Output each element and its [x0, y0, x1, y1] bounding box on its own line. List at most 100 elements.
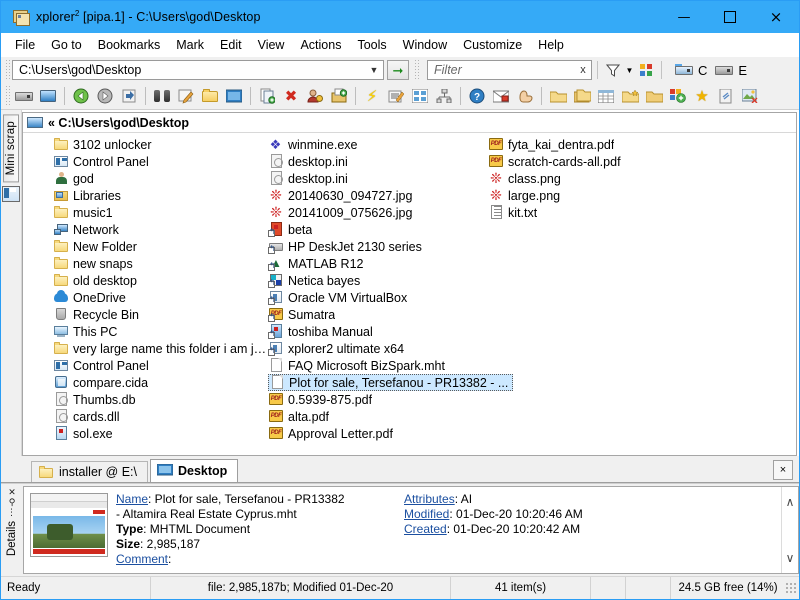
list-item[interactable]: new snaps	[53, 255, 268, 272]
tab-installer[interactable]: installer @ E:\	[31, 461, 148, 482]
drive-button-c[interactable]: C	[675, 63, 707, 78]
toolbar-grip[interactable]	[4, 60, 11, 80]
tree-view-button[interactable]	[432, 85, 456, 107]
my-computer-button[interactable]	[36, 85, 60, 107]
up-folder-button[interactable]	[117, 85, 141, 107]
favorites-button[interactable]: ★	[690, 85, 714, 107]
list-item[interactable]: Thumbs.db	[53, 391, 268, 408]
drag-handle-icon[interactable]: ⋮	[7, 507, 17, 517]
list-item[interactable]: ❊ large.png	[488, 187, 708, 204]
list-item[interactable]: old desktop	[53, 272, 268, 289]
created-link[interactable]: Created	[404, 522, 447, 536]
scrap-panel-icon[interactable]	[2, 186, 20, 203]
list-item[interactable]: PDF alta.pdf	[268, 408, 488, 425]
open-folder-button[interactable]	[546, 85, 570, 107]
copy-to-button[interactable]	[255, 85, 279, 107]
list-item[interactable]: New Folder	[53, 238, 268, 255]
menu-window[interactable]: Window	[395, 35, 455, 55]
list-item[interactable]: Libraries	[53, 187, 268, 204]
tab-desktop[interactable]: Desktop	[150, 459, 239, 482]
close-details-icon[interactable]: ✕	[8, 487, 16, 497]
list-item[interactable]: Network	[53, 221, 268, 238]
color-grid-icon[interactable]	[636, 60, 656, 80]
move-to-button[interactable]	[327, 85, 351, 107]
properties-button[interactable]	[303, 85, 327, 107]
thumbnail-view-button[interactable]	[408, 85, 432, 107]
list-item[interactable]: Recycle Bin	[53, 306, 268, 323]
back-button[interactable]	[69, 85, 93, 107]
chevron-down-icon[interactable]: ∨	[786, 551, 795, 565]
pin-details-icon[interactable]: ⚲	[9, 497, 16, 507]
address-input[interactable]: C:\Users\god\Desktop ▼	[12, 60, 384, 80]
filter-funnel-icon[interactable]	[603, 60, 623, 80]
list-item[interactable]: toshiba Manual	[268, 323, 488, 340]
folders-button[interactable]	[570, 85, 594, 107]
menu-goto[interactable]: Go to	[43, 35, 90, 55]
list-item[interactable]: Oracle VM VirtualBox	[268, 289, 488, 306]
list-item[interactable]: sol.exe	[53, 425, 268, 442]
list-item[interactable]: Plot for sale, Tersefanou - PR13382 - ..…	[268, 374, 514, 391]
menu-edit[interactable]: Edit	[212, 35, 250, 55]
list-item[interactable]: kit.txt	[488, 204, 708, 221]
find-files-button[interactable]	[150, 85, 174, 107]
list-item[interactable]: cards.dll	[53, 408, 268, 425]
desktop-button[interactable]	[222, 85, 246, 107]
attributes-link[interactable]: Attributes	[404, 492, 455, 506]
list-item[interactable]: 3102 unlocker	[53, 136, 268, 153]
list-item[interactable]: PDF Approval Letter.pdf	[268, 425, 488, 442]
close-button[interactable]: ×	[753, 1, 799, 33]
list-item[interactable]: This PC	[53, 323, 268, 340]
edit-properties-button[interactable]	[384, 85, 408, 107]
email-button[interactable]	[489, 85, 513, 107]
details-view-button[interactable]	[594, 85, 618, 107]
list-item[interactable]: ❖ winmine.exe	[268, 136, 488, 153]
tip-button[interactable]	[513, 85, 537, 107]
menu-customize[interactable]: Customize	[455, 35, 530, 55]
list-item[interactable]: very large name this folder i am just ..…	[53, 340, 268, 357]
filter-clear-icon[interactable]: x	[575, 64, 591, 76]
list-item[interactable]: ▲ MATLAB R12	[268, 255, 488, 272]
main-toolbar-grip[interactable]	[4, 86, 11, 106]
menu-tools[interactable]: Tools	[349, 35, 394, 55]
list-item[interactable]: beta	[268, 221, 488, 238]
list-item[interactable]: FAQ Microsoft BizSpark.mht	[268, 357, 488, 374]
quick-action-button[interactable]: ⚡	[360, 85, 384, 107]
list-item[interactable]: desktop.ini	[268, 170, 488, 187]
new-folder-button[interactable]	[198, 85, 222, 107]
menu-bookmarks[interactable]: Bookmarks	[90, 35, 169, 55]
new-window-button[interactable]	[618, 85, 642, 107]
details-scrollbar[interactable]: ∧ ∨	[781, 487, 798, 573]
comment-link[interactable]: Comment	[116, 552, 168, 566]
menu-help[interactable]: Help	[530, 35, 572, 55]
list-item[interactable]: OneDrive	[53, 289, 268, 306]
image-preview-button[interactable]	[738, 85, 762, 107]
drive-button-e[interactable]: E	[715, 63, 747, 78]
list-item[interactable]: PDF scratch-cards-all.pdf	[488, 153, 708, 170]
mini-scrap-tab[interactable]: Mini scrap	[3, 114, 19, 183]
resize-grip[interactable]	[785, 582, 797, 594]
chevron-up-icon[interactable]: ∧	[786, 495, 795, 509]
list-item[interactable]: PDF 0.5939-875.pdf	[268, 391, 488, 408]
list-item[interactable]: compare.cida	[53, 374, 268, 391]
help-button[interactable]: ?	[465, 85, 489, 107]
list-item[interactable]: PDF fyta_kai_dentra.pdf	[488, 136, 708, 153]
menu-file[interactable]: File	[7, 35, 43, 55]
list-item[interactable]: music1	[53, 204, 268, 221]
minimize-button[interactable]: —	[661, 1, 707, 33]
modified-link[interactable]: Modified	[404, 507, 449, 521]
list-item[interactable]: god	[53, 170, 268, 187]
name-link[interactable]: Name	[116, 492, 148, 506]
list-item[interactable]: Control Panel	[53, 357, 268, 374]
menu-mark[interactable]: Mark	[168, 35, 212, 55]
filter-grip[interactable]	[413, 60, 420, 80]
filter-input[interactable]: Filter x	[427, 60, 592, 80]
maximize-button[interactable]	[707, 1, 753, 33]
link-button[interactable]	[714, 85, 738, 107]
selected-list-item[interactable]: Plot for sale, Tersefanou - PR13382 - ..…	[268, 374, 514, 391]
go-button[interactable]: ➞	[387, 60, 409, 80]
drive-button[interactable]	[12, 85, 36, 107]
dual-pane-button[interactable]	[642, 85, 666, 107]
list-item[interactable]: PDF Sumatra	[268, 306, 488, 323]
chevron-down-icon[interactable]: ▼	[365, 65, 383, 75]
menu-view[interactable]: View	[250, 35, 293, 55]
